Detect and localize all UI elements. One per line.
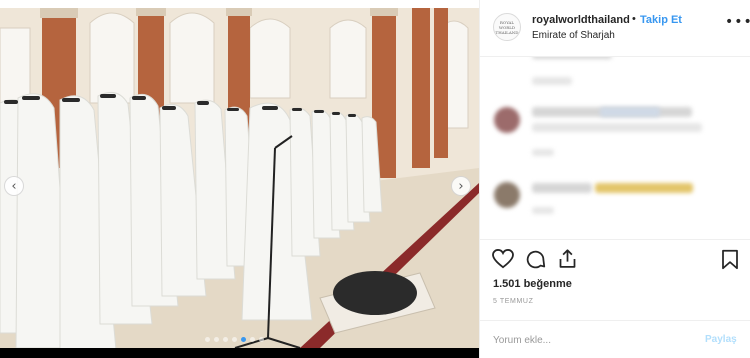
post-photo[interactable]: ‹ › [0, 8, 479, 348]
separator-dot: • [632, 13, 636, 25]
chevron-right-icon: › [458, 178, 464, 194]
comment-form: Paylaş [480, 320, 750, 358]
comment-icon[interactable] [525, 249, 546, 270]
mosque-prayer-image [0, 8, 479, 348]
post-header: ROYAL WORLD THAILAND royalworldthailand … [480, 0, 750, 57]
carousel-dot [232, 337, 237, 342]
post-comment-button[interactable]: Paylaş [705, 334, 737, 345]
blurred-comment-meta [532, 77, 572, 85]
commenter-avatar[interactable] [494, 182, 520, 208]
location-link[interactable]: Emirate of Sharjah [532, 30, 615, 41]
carousel-dot [259, 337, 264, 342]
blurred-comment-text [532, 123, 702, 132]
heart-icon[interactable] [492, 249, 514, 269]
carousel-indicator [205, 337, 264, 342]
avatar-logo-text: ROYAL WORLD THAILAND [495, 19, 519, 35]
chevron-left-icon: ‹ [11, 178, 17, 194]
carousel-dot [250, 337, 255, 342]
account-avatar[interactable]: ROYAL WORLD THAILAND [493, 13, 521, 41]
post-sidebar: ROYAL WORLD THAILAND royalworldthailand … [479, 0, 750, 358]
post-actions: 1.501 beğenme 5 TEMMUZ Paylaş [480, 239, 750, 358]
photo-bottom-band [0, 348, 479, 358]
post-date[interactable]: 5 TEMMUZ [493, 298, 533, 305]
blurred-comment-meta [532, 207, 554, 214]
commenter-avatar[interactable] [494, 107, 520, 133]
carousel-dot [205, 337, 210, 342]
more-options-icon[interactable]: ••• [725, 14, 750, 30]
carousel-dot [223, 337, 228, 342]
carousel-dot [214, 337, 219, 342]
blurred-comment-meta [532, 149, 554, 156]
comments-list[interactable] [480, 57, 750, 239]
blurred-comment-text [595, 183, 693, 193]
blurred-comment-text [532, 183, 592, 193]
comment-input[interactable] [493, 331, 693, 349]
share-icon[interactable] [557, 248, 578, 270]
like-count[interactable]: 1.501 beğenme [493, 278, 572, 290]
carousel-next-button[interactable]: › [451, 176, 471, 196]
blurred-comment-text [532, 57, 612, 59]
bookmark-icon[interactable] [721, 249, 739, 270]
follow-button[interactable]: Takip Et [640, 14, 682, 26]
username-link[interactable]: royalworldthailand [532, 14, 630, 26]
carousel-dot [241, 337, 246, 342]
carousel-prev-button[interactable]: ‹ [4, 176, 24, 196]
blurred-comment-text [600, 107, 660, 117]
